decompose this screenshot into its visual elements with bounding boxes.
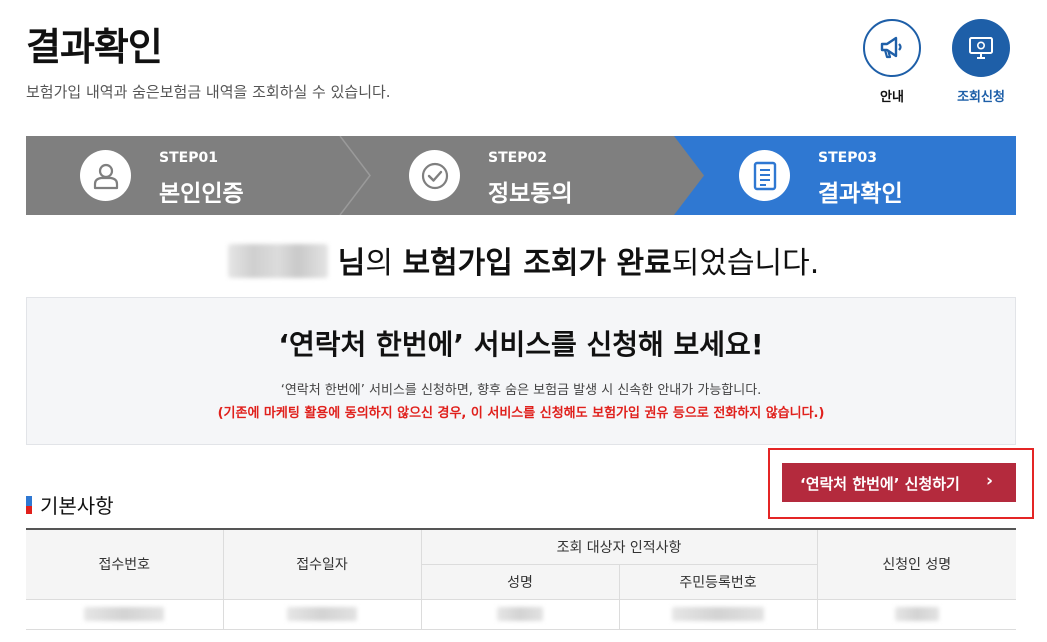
step-separator xyxy=(339,136,371,215)
basic-info-table: 접수번호 접수일자 조회 대상자 인적사항 신청인 성명 성명 주민등록번호 xyxy=(26,528,1017,630)
masked-value xyxy=(84,607,165,621)
header-receipt-date: 접수일자 xyxy=(222,528,422,600)
masked-value xyxy=(672,607,764,621)
cell-receipt-date xyxy=(222,599,422,630)
megaphone-icon xyxy=(863,19,921,77)
masked-value xyxy=(497,607,543,621)
cta-label: ‘연락처 한번에’ 신청하기 xyxy=(800,475,960,493)
inquiry-request-label: 조회신청 xyxy=(957,90,1005,105)
step-3-number: STEP03 xyxy=(818,150,877,166)
masked-user-name xyxy=(227,244,328,278)
guide-label: 안내 xyxy=(880,90,904,105)
section-title: 기본사항 xyxy=(26,490,114,519)
page-title: 결과확인 xyxy=(26,25,163,69)
step-1-name: 본인인증 xyxy=(159,181,244,207)
completion-highlight: 보험가입 조회가 완료 xyxy=(402,246,672,281)
cell-receipt-no xyxy=(26,599,224,630)
check-circle-icon xyxy=(409,150,460,201)
contact-service-apply-button[interactable]: ‘연락처 한번에’ 신청하기 › xyxy=(782,463,1016,502)
promo-warning: (기존에 마케팅 활용에 동의하지 않으신 경우, 이 서비스를 신청해도 보험… xyxy=(217,406,825,421)
cell-name xyxy=(420,599,620,630)
header-receipt-no: 접수번호 xyxy=(26,528,224,600)
promo-description: ‘연락처 한번에’ 서비스를 신청하면, 향후 숨은 보험금 발생 시 신속한 … xyxy=(280,383,762,398)
monitor-icon xyxy=(952,19,1010,77)
contact-service-promo-box: ‘연락처 한번에’ 서비스를 신청해 보세요! ‘연락처 한번에’ 서비스를 신… xyxy=(26,297,1016,445)
masked-value xyxy=(287,607,357,621)
completion-message: 님의 보험가입 조회가 완료되었습니다. xyxy=(0,238,1047,282)
person-icon xyxy=(80,150,131,201)
section-title-label: 기본사항 xyxy=(40,494,114,518)
header-resident-no: 주민등록번호 xyxy=(618,563,818,600)
page-description: 보험가입 내역과 숨은보험금 내역을 조회하실 수 있습니다. xyxy=(26,83,391,101)
active-step-arrow xyxy=(674,136,704,215)
inquiry-request-button[interactable]: 조회신청 xyxy=(951,19,1011,105)
masked-value xyxy=(894,607,939,621)
step-2-name: 정보동의 xyxy=(488,181,573,207)
table-row xyxy=(26,599,1017,630)
promo-title: ‘연락처 한번에’ 서비스를 신청해 보세요! xyxy=(278,328,764,361)
header-applicant-name: 신청인 성명 xyxy=(816,528,1017,600)
header-target-info: 조회 대상자 인적사항 xyxy=(420,528,818,565)
section-marker-icon xyxy=(26,495,32,514)
step-2-number: STEP02 xyxy=(488,150,547,166)
guide-button[interactable]: 안내 xyxy=(862,19,922,105)
document-icon xyxy=(739,150,790,201)
step-progress-bar: STEP01 본인인증 STEP02 정보동의 STEP03 결과확인 xyxy=(26,136,1016,215)
cell-applicant-name xyxy=(816,599,1017,630)
header-name: 성명 xyxy=(420,563,620,600)
step-1-number: STEP01 xyxy=(159,150,218,166)
chevron-right-icon: › xyxy=(986,471,994,491)
step-3-name: 결과확인 xyxy=(818,181,903,207)
cell-resident-no xyxy=(618,599,818,630)
